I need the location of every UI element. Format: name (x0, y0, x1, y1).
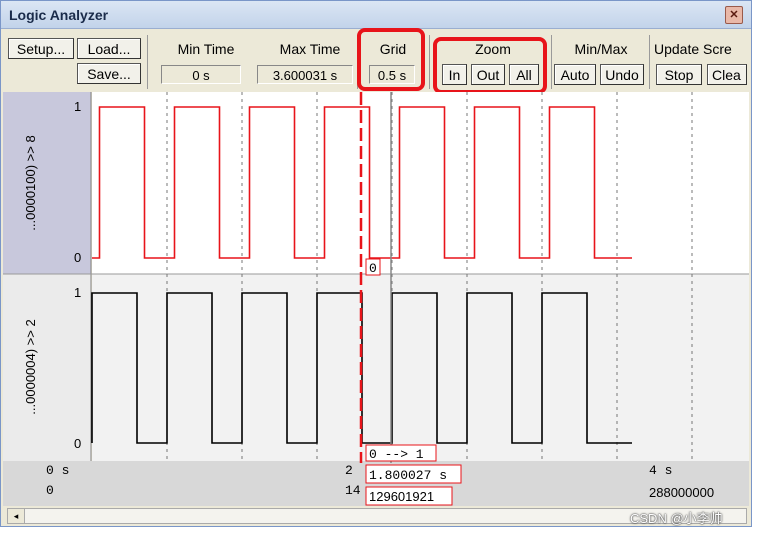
axis-mid-samples: 14 (345, 483, 361, 498)
title-bar: Logic Analyzer ✕ (1, 1, 751, 29)
undo-button[interactable]: Undo (600, 64, 644, 85)
signal-2-track (92, 274, 749, 461)
signal-1-track (92, 92, 749, 274)
signal-2-transition: 0 --> 1 (369, 447, 424, 462)
signal-1-low-label: 0 (74, 250, 81, 265)
axis-start-time: 0 s (46, 463, 69, 478)
stop-button[interactable]: Stop (656, 64, 702, 85)
watermark: CSDN @小李帅 (630, 511, 723, 526)
signal-1-label-panel[interactable] (3, 92, 91, 274)
zoom-highlight-box (433, 37, 547, 94)
signal-1-high-label: 1 (74, 99, 81, 114)
update-screen-label: Update Scre (654, 41, 732, 57)
grid-highlight-box (357, 28, 425, 91)
cursor-samples: 129601921 (369, 489, 434, 504)
toolbar-separator (551, 35, 552, 89)
axis-end-samples: 288000000 (649, 485, 714, 500)
signal-1-value: 0 (369, 261, 377, 276)
signal-1-name: ...0000100) >> 8 (23, 135, 38, 230)
setup-button[interactable]: Setup... (8, 38, 74, 59)
axis-end-time: 4 s (649, 463, 672, 478)
max-time-value: 3.600031 s (257, 65, 353, 84)
min-time-label: Min Time (177, 41, 235, 57)
logic-analyzer-window: Logic Analyzer ✕ Setup... Load... Save..… (0, 0, 752, 527)
axis-mid-time: 2 (345, 463, 353, 478)
signal-2-name: ...0000004) >> 2 (23, 319, 38, 414)
signal-2-high-label: 1 (74, 285, 81, 300)
minmax-label: Min/Max (574, 41, 628, 57)
cursor-time: 1.800027 s (369, 468, 447, 483)
auto-button[interactable]: Auto (554, 64, 596, 85)
toolbar-separator (147, 35, 148, 89)
signal-2-label-panel[interactable] (3, 274, 91, 461)
clear-button[interactable]: Clea (707, 64, 747, 85)
window-title: Logic Analyzer (9, 7, 109, 23)
load-button[interactable]: Load... (77, 38, 141, 59)
save-button[interactable]: Save... (77, 63, 141, 84)
close-icon[interactable]: ✕ (725, 6, 743, 24)
axis-start-samples: 0 (46, 483, 54, 498)
scroll-left-icon[interactable]: ◂ (8, 509, 25, 523)
signal-2-low-label: 0 (74, 436, 81, 451)
min-time-value: 0 s (161, 65, 241, 84)
waveform-plot[interactable]: ...0000100) >> 8 ...0000004) >> 2 1 0 1 … (1, 92, 751, 506)
toolbar-separator (649, 35, 650, 89)
max-time-label: Max Time (279, 41, 341, 57)
toolbar-separator (429, 35, 430, 89)
